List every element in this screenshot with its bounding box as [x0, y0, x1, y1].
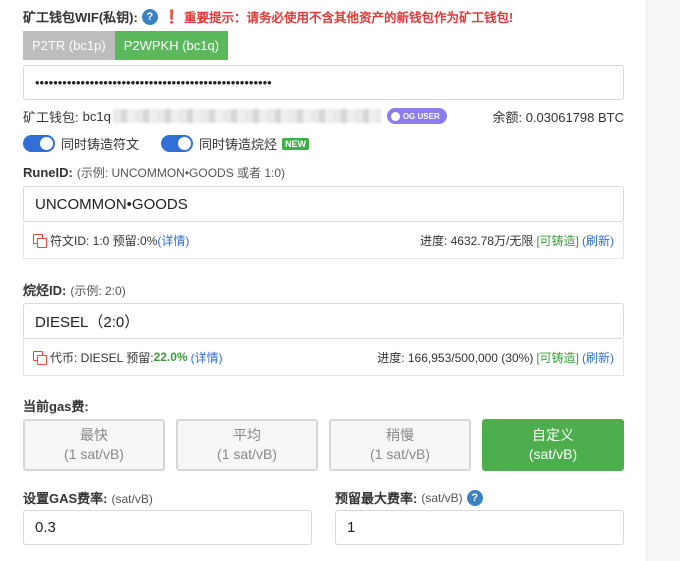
gas-option-name: 最快 — [80, 427, 108, 443]
wif-label: 矿工钱包WIF(私钥): — [23, 10, 138, 25]
warning-icon: ❗ — [163, 8, 180, 24]
wallet-label: 矿工钱包: — [23, 109, 79, 125]
alkane-input[interactable]: DIESEL（2:0） — [23, 303, 624, 339]
rune-label-row: RuneID: (示例: UNCOMMON•GOODS 或者 1:0) — [23, 164, 285, 181]
alkane-details-link[interactable]: (详情) — [191, 349, 223, 366]
gas-options: 最快 (1 sat/vB) 平均 (1 sat/vB) 稍慢 (1 sat/vB… — [23, 419, 624, 471]
set-rate-label-row: 设置GAS费率: (sat/vB) — [23, 488, 153, 507]
gas-option-custom[interactable]: 自定义 (sat/vB) — [482, 419, 624, 471]
alkane-reserve: 22.0% — [153, 350, 188, 364]
og-user-badge: OG USER — [386, 108, 447, 124]
og-badge-icon — [390, 111, 400, 121]
rune-input-value: UNCOMMON•GOODS — [35, 195, 188, 213]
alkane-hint: (示例: 2:0) — [70, 284, 126, 298]
toggle-mint-alkane-label: 同时铸造烷烃 — [199, 137, 278, 152]
right-gutter — [646, 0, 680, 561]
mint-toggles: 同时铸造符文 同时铸造烷烃 NEW — [23, 134, 310, 153]
rune-details-link[interactable]: (详情) — [157, 232, 189, 249]
gas-option-rate: (1 sat/vB) — [64, 446, 124, 462]
alkane-label: 烷烃ID: — [23, 283, 67, 298]
wif-input[interactable]: ••••••••••••••••••••••••••••••••••••••••… — [23, 65, 624, 100]
alkane-mintable-link[interactable]: [可铸造] — [536, 349, 579, 366]
address-type-tabs: P2TR (bc1p) P2WPKH (bc1q) — [23, 31, 229, 60]
alkane-label-row: 烷烃ID: (示例: 2:0) — [23, 280, 126, 299]
question-circle-icon[interactable]: ? — [141, 8, 158, 25]
rune-label: RuneID: — [23, 165, 73, 180]
rune-mintable-link[interactable]: [可铸造] — [536, 232, 579, 249]
copy-icon[interactable] — [33, 234, 47, 248]
rune-progress: 进度: 4632.78万/无限 — [419, 233, 534, 248]
wif-warning: 重要提示：请务必使用不含其他资产的新钱包作为矿工钱包! — [184, 11, 514, 25]
alkane-info: 代币: DIESEL 预留: — [50, 350, 154, 365]
wallet-balance: 余额: 0.03061798 BTC — [492, 109, 624, 125]
gas-option-rate: (1 sat/vB) — [217, 446, 277, 462]
max-rate-input[interactable]: 1 — [335, 510, 624, 545]
set-rate-value: 0.3 — [35, 519, 56, 536]
rune-refresh-link[interactable]: (刷新) — [582, 232, 614, 249]
set-rate-unit: (sat/vB) — [111, 492, 153, 506]
gas-option-rate: (1 sat/vB) — [370, 446, 430, 462]
tab-p2wpkh[interactable]: P2WPKH (bc1q) — [114, 31, 229, 60]
rune-info-panel: 符文ID: 1:0 预留:0% (详情) 进度: 4632.78万/无限 [可铸… — [23, 222, 624, 259]
gas-option-rate: (sat/vB) — [528, 446, 578, 462]
question-circle-icon[interactable]: ? — [466, 489, 483, 506]
gas-label: 当前gas费: — [23, 399, 89, 414]
alkane-info-panel: 代币: DIESEL 预留: 22.0% (详情) 进度: 166,953/50… — [23, 339, 624, 376]
copy-icon[interactable] — [33, 351, 47, 365]
wif-masked-value: ••••••••••••••••••••••••••••••••••••••••… — [35, 75, 272, 90]
toggle-mint-alkane[interactable] — [161, 135, 194, 152]
max-rate-unit: (sat/vB) — [421, 490, 463, 505]
wallet-row: 矿工钱包: bc1q OG USER 余额: 0.03061798 BTC — [23, 107, 624, 125]
alkane-refresh-link[interactable]: (刷新) — [582, 349, 614, 366]
gas-label-row: 当前gas费: — [23, 396, 89, 415]
og-badge-text: OG USER — [402, 111, 440, 121]
set-rate-input[interactable]: 0.3 — [23, 510, 312, 545]
gas-option-name: 稍慢 — [386, 427, 414, 443]
toggle-mint-rune[interactable] — [23, 135, 55, 152]
gas-option-name: 自定义 — [532, 427, 574, 443]
gas-option-fastest[interactable]: 最快 (1 sat/vB) — [23, 419, 165, 471]
tab-p2tr[interactable]: P2TR (bc1p) — [23, 31, 115, 60]
alkane-input-value: DIESEL（2:0） — [35, 313, 140, 331]
alkane-progress: 进度: 166,953/500,000 (30%) — [377, 350, 534, 365]
new-badge: NEW — [282, 137, 310, 150]
wallet-address-blurred — [112, 109, 381, 123]
rune-input[interactable]: UNCOMMON•GOODS — [23, 186, 624, 222]
gas-option-average[interactable]: 平均 (1 sat/vB) — [176, 419, 318, 471]
rune-hint: (示例: UNCOMMON•GOODS 或者 1:0) — [76, 166, 286, 180]
max-rate-label: 预留最大费率: — [335, 491, 418, 506]
rune-info: 符文ID: 1:0 预留:0% — [50, 233, 158, 248]
gas-option-name: 平均 — [233, 427, 261, 443]
toggle-mint-rune-label: 同时铸造符文 — [61, 137, 140, 152]
wallet-address-prefix: bc1q — [82, 108, 111, 124]
set-rate-label: 设置GAS费率: — [23, 491, 108, 506]
wif-header: 矿工钱包WIF(私钥): ? ❗ 重要提示：请务必使用不含其他资产的新钱包作为矿… — [23, 7, 513, 26]
max-rate-label-row: 预留最大费率: (sat/vB) ? — [335, 488, 483, 507]
gas-option-slow[interactable]: 稍慢 (1 sat/vB) — [329, 419, 471, 471]
max-rate-value: 1 — [347, 519, 356, 536]
